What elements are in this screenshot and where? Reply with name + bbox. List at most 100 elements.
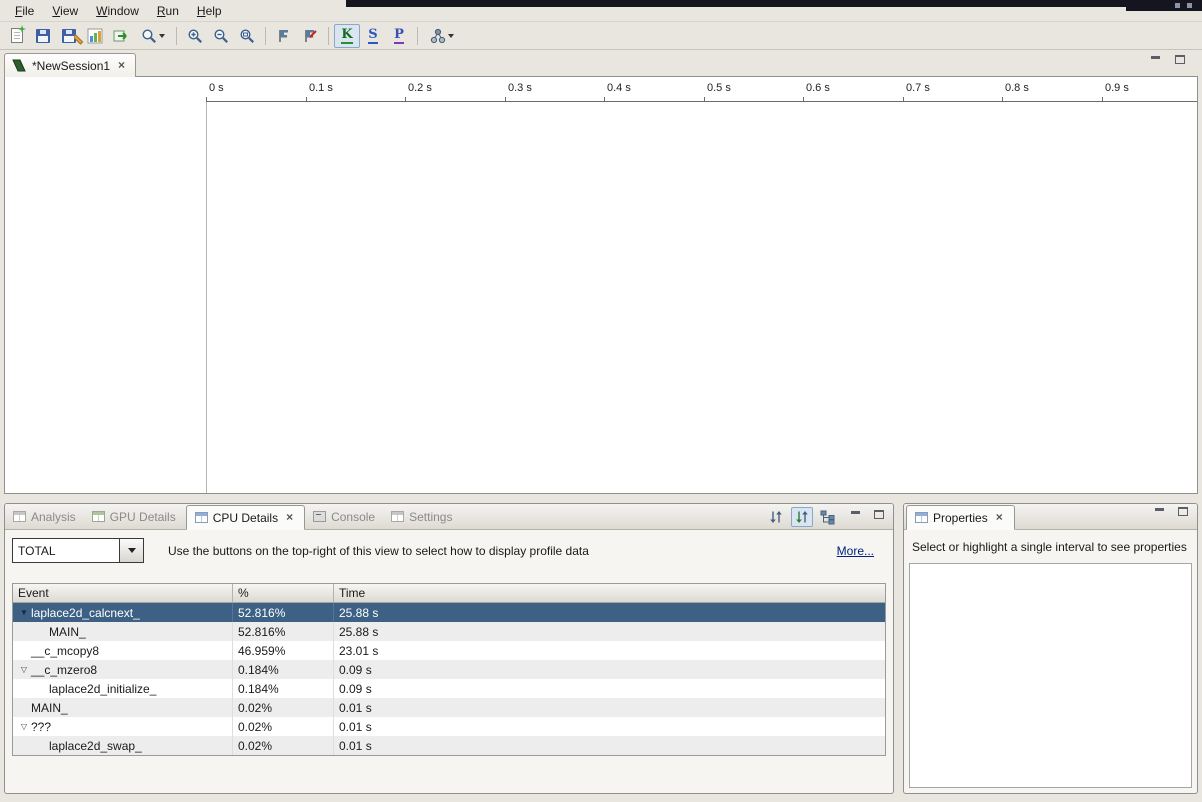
ruler-tick-label: 0.1 s <box>309 82 333 94</box>
magnifier-icon <box>141 28 157 44</box>
event-percent: 46.959% <box>233 641 334 660</box>
marker-flag-button[interactable] <box>271 24 297 48</box>
menu-view[interactable]: View <box>43 2 87 20</box>
event-name: laplace2d_initialize_ <box>49 682 156 696</box>
more-link[interactable]: More... <box>837 544 874 558</box>
power-mode-button[interactable]: P <box>386 24 412 48</box>
tab-settings[interactable]: Settings <box>383 504 460 529</box>
maximize-glyph <box>1178 507 1188 516</box>
event-time: 23.01 s <box>334 641 885 660</box>
cpu-details-tab-close-icon[interactable]: × <box>283 511 296 524</box>
cpu-events-table: Event % Time ▼laplace2d_calcnext_ 52.816… <box>12 583 886 756</box>
tab-label: CPU Details <box>213 511 278 525</box>
properties-tab-icon <box>915 512 928 523</box>
zoom-fit-button[interactable] <box>234 24 260 48</box>
table-row[interactable]: laplace2d_swap_ 0.02% 0.01 s <box>13 736 885 755</box>
ruler-tick-label: 0.6 s <box>806 82 830 94</box>
call-tree-icon <box>820 509 836 525</box>
dropdown-caret-icon <box>448 34 454 38</box>
event-percent: 0.184% <box>233 679 334 698</box>
new-file-icon <box>11 28 23 43</box>
menu-window[interactable]: Window <box>87 2 148 20</box>
save-as-button[interactable] <box>56 24 82 48</box>
tree-expander-icon[interactable]: ▽ <box>17 722 31 731</box>
menu-file[interactable]: File <box>6 2 43 20</box>
minimize-details-button[interactable] <box>847 510 863 524</box>
table-row[interactable]: ▼laplace2d_calcnext_ 52.816% 25.88 s <box>13 603 885 622</box>
tab-console[interactable]: Console <box>305 504 383 529</box>
properties-tab-close-icon[interactable]: × <box>993 511 1006 524</box>
maximize-glyph <box>874 510 884 519</box>
zoom-out-button[interactable] <box>208 24 234 48</box>
export-button[interactable] <box>108 24 134 48</box>
save-button[interactable] <box>30 24 56 48</box>
gpu-details-tab-icon <box>92 511 105 522</box>
tab-properties[interactable]: Properties × <box>906 505 1015 530</box>
minimize-glyph <box>851 511 860 514</box>
timeline-canvas[interactable] <box>207 102 1197 493</box>
minimize-glyph <box>1151 56 1160 59</box>
event-name: MAIN_ <box>31 701 68 715</box>
table-row[interactable]: __c_mcopy8 46.959% 23.01 s <box>13 641 885 660</box>
column-header-percent[interactable]: % <box>233 584 334 602</box>
marker-flag-clear-button[interactable] <box>297 24 323 48</box>
event-cell: MAIN_ <box>13 622 233 641</box>
tab-cpu-details[interactable]: CPU Details × <box>186 505 305 530</box>
session-tab[interactable]: *NewSession1 × <box>4 53 136 77</box>
event-cell: laplace2d_initialize_ <box>13 679 233 698</box>
save-icon <box>36 29 50 43</box>
ruler-tick-label: 0.9 s <box>1105 82 1129 94</box>
top-down-view-button[interactable] <box>791 507 813 527</box>
maximize-properties-button[interactable] <box>1175 507 1191 521</box>
tab-label: Analysis <box>31 510 76 524</box>
search-dropdown-button[interactable] <box>134 24 171 48</box>
properties-view-tools <box>1147 507 1191 521</box>
maximize-details-button[interactable] <box>871 510 887 524</box>
column-header-event[interactable]: Event <box>13 584 233 602</box>
event-cell: __c_mcopy8 <box>13 641 233 660</box>
new-session-button[interactable] <box>4 24 30 48</box>
zoom-in-button[interactable] <box>182 24 208 48</box>
window-control-button[interactable] <box>1187 3 1192 8</box>
event-percent: 0.02% <box>233 698 334 717</box>
event-name: __c_mcopy8 <box>31 644 99 658</box>
cpu-details-content: TOTAL Use the buttons on the top-right o… <box>5 530 893 756</box>
combo-dropdown-button[interactable] <box>120 538 144 563</box>
event-time: 0.01 s <box>334 736 885 755</box>
table-row[interactable]: MAIN_ 0.02% 0.01 s <box>13 698 885 717</box>
table-row[interactable]: ▽??? 0.02% 0.01 s <box>13 717 885 736</box>
session-icon <box>12 59 27 73</box>
bar-chart-icon <box>87 28 103 44</box>
event-time: 0.01 s <box>334 698 885 717</box>
tab-analysis[interactable]: Analysis <box>5 504 84 529</box>
menu-help[interactable]: Help <box>188 2 231 20</box>
table-row[interactable]: ▽__c_mzero8 0.184% 0.09 s <box>13 660 885 679</box>
table-row[interactable]: MAIN_ 52.816% 25.88 s <box>13 622 885 641</box>
sampling-mode-button[interactable]: S <box>360 24 386 48</box>
window-control-button[interactable] <box>1175 3 1180 8</box>
minimize-properties-button[interactable] <box>1151 507 1167 521</box>
flat-view-button[interactable] <box>765 507 787 527</box>
toolbar-separator <box>417 27 418 45</box>
minimize-editor-button[interactable] <box>1147 55 1163 69</box>
timeline-ruler[interactable]: 0 s 0.1 s 0.2 s 0.3 s 0.4 s 0.5 s 0.6 s … <box>5 77 1197 102</box>
table-row[interactable]: laplace2d_initialize_ 0.184% 0.09 s <box>13 679 885 698</box>
maximize-editor-button[interactable] <box>1172 55 1188 69</box>
menu-run[interactable]: Run <box>148 2 188 20</box>
session-tab-close-icon[interactable]: × <box>115 59 128 72</box>
kernel-mode-button[interactable]: K <box>334 24 360 48</box>
chart-button[interactable] <box>82 24 108 48</box>
column-header-time[interactable]: Time <box>334 586 885 600</box>
display-mode-combo[interactable]: TOTAL <box>12 538 144 563</box>
tree-expander-icon[interactable]: ▼ <box>17 608 31 617</box>
event-cell: ▽??? <box>13 717 233 736</box>
sampling-mode-icon: S <box>368 27 377 44</box>
ruler-tick-label: 0.2 s <box>408 82 432 94</box>
tab-gpu-details[interactable]: GPU Details <box>84 504 184 529</box>
analysis-dropdown-button[interactable] <box>423 24 460 48</box>
tree-expander-icon[interactable]: ▽ <box>17 665 31 674</box>
event-percent: 52.816% <box>233 622 334 641</box>
cpu-details-controls: TOTAL Use the buttons on the top-right o… <box>12 538 886 563</box>
call-tree-view-button[interactable] <box>817 507 839 527</box>
cpu-details-hint: Use the buttons on the top-right of this… <box>168 544 589 558</box>
